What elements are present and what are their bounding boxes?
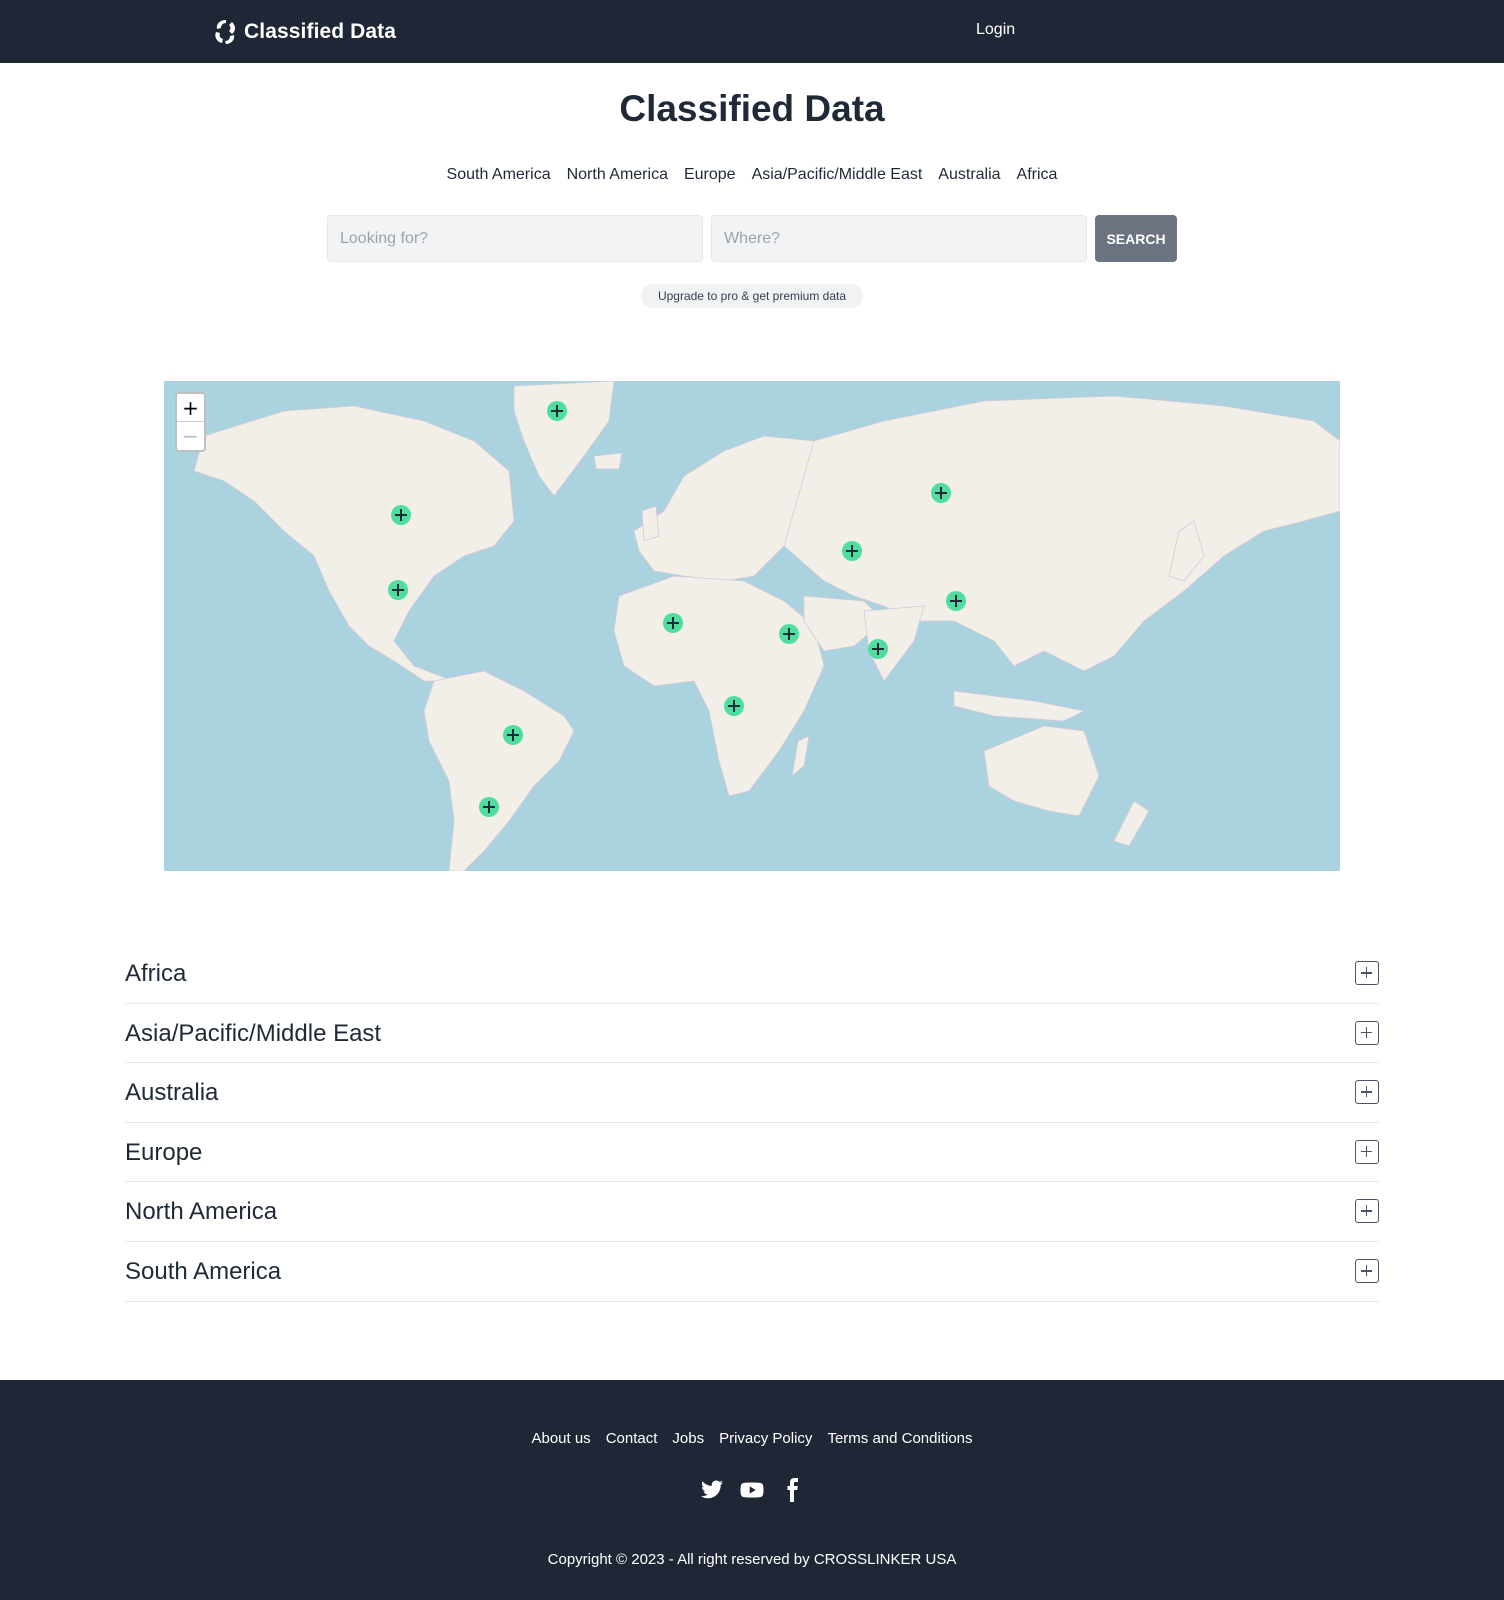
looking-for-input[interactable] — [327, 215, 703, 262]
expand-plus-icon[interactable] — [1355, 1139, 1379, 1164]
footer-link-privacy[interactable]: Privacy Policy — [719, 1430, 812, 1447]
region-accordion: Africa Asia/Pacific/Middle East Australi… — [125, 944, 1379, 1302]
accordion-item-africa[interactable]: Africa — [125, 944, 1379, 1004]
search-button[interactable]: SEARCH — [1095, 215, 1177, 262]
zoom-in-button[interactable]: + — [177, 394, 204, 422]
accordion-item-australia[interactable]: Australia — [125, 1063, 1379, 1123]
world-map[interactable]: + − — [164, 381, 1340, 871]
accordion-item-north-america[interactable]: North America — [125, 1182, 1379, 1242]
footer-link-contact[interactable]: Contact — [606, 1430, 658, 1447]
twitter-icon[interactable] — [700, 1478, 724, 1502]
zoom-control: + − — [175, 392, 206, 452]
map-marker-plus-icon[interactable] — [547, 401, 567, 421]
accordion-label: Africa — [125, 960, 187, 987]
logo-icon — [215, 20, 235, 44]
map-marker-plus-icon[interactable] — [868, 639, 888, 659]
map-marker-plus-icon[interactable] — [779, 624, 799, 644]
region-tab-africa[interactable]: Africa — [1017, 166, 1058, 184]
zoom-out-button[interactable]: − — [177, 422, 204, 450]
where-input[interactable] — [711, 215, 1087, 262]
map-marker-plus-icon[interactable] — [388, 580, 408, 600]
map-marker-plus-icon[interactable] — [724, 696, 744, 716]
accordion-label: Australia — [125, 1079, 219, 1107]
accordion-item-south-america[interactable]: South America — [125, 1242, 1379, 1302]
social-links — [0, 1478, 1504, 1502]
footer-link-about[interactable]: About us — [531, 1430, 590, 1447]
expand-plus-icon[interactable] — [1355, 1020, 1379, 1045]
accordion-item-asia-pacific-middle-east[interactable]: Asia/Pacific/Middle East — [125, 1004, 1379, 1064]
accordion-label: North America — [125, 1198, 278, 1226]
upgrade-promo-link[interactable]: Upgrade to pro & get premium data — [641, 284, 863, 308]
expand-plus-icon[interactable] — [1355, 1080, 1379, 1105]
accordion-label: Europe — [125, 1138, 203, 1166]
region-tab-south-america[interactable]: South America — [447, 166, 551, 184]
map-marker-plus-icon[interactable] — [663, 613, 683, 633]
map-marker-plus-icon[interactable] — [931, 483, 951, 503]
region-tab-europe[interactable]: Europe — [684, 166, 736, 184]
copyright-text: Copyright © 2023 - All right reserved by… — [547, 1551, 957, 1568]
map-marker-plus-icon[interactable] — [391, 505, 411, 525]
footer-link-jobs[interactable]: Jobs — [672, 1430, 704, 1447]
map-tiles — [193, 381, 1340, 871]
map-marker-plus-icon[interactable] — [946, 591, 966, 611]
youtube-icon[interactable] — [740, 1478, 764, 1502]
map-marker-plus-icon[interactable] — [479, 797, 499, 817]
page-title: Classified Data — [619, 88, 885, 129]
accordion-label: Asia/Pacific/Middle East — [125, 1019, 382, 1047]
login-link[interactable]: Login — [976, 21, 1015, 39]
region-tabs: South America North America Europe Asia/… — [0, 166, 1504, 184]
region-tab-asia-pacific-middle-east[interactable]: Asia/Pacific/Middle East — [752, 166, 923, 184]
accordion-item-europe[interactable]: Europe — [125, 1123, 1379, 1183]
brand-name: Classified Data — [244, 20, 397, 43]
brand-link[interactable]: Classified Data — [212, 16, 396, 48]
map-marker-plus-icon[interactable] — [503, 725, 523, 745]
expand-plus-icon[interactable] — [1355, 1199, 1379, 1224]
expand-plus-icon[interactable] — [1355, 961, 1379, 985]
top-navbar: Classified Data Login — [0, 0, 1504, 63]
facebook-icon[interactable] — [780, 1478, 804, 1502]
region-tab-australia[interactable]: Australia — [938, 166, 1000, 184]
map-marker-plus-icon[interactable] — [842, 541, 862, 561]
footer-link-terms[interactable]: Terms and Conditions — [827, 1430, 972, 1447]
expand-plus-icon[interactable] — [1355, 1258, 1379, 1283]
accordion-label: South America — [125, 1257, 282, 1285]
region-tab-north-america[interactable]: North America — [567, 166, 668, 184]
footer-links: About us Contact Jobs Privacy Policy Ter… — [0, 1430, 1504, 1447]
footer: About us Contact Jobs Privacy Policy Ter… — [0, 1380, 1504, 1600]
